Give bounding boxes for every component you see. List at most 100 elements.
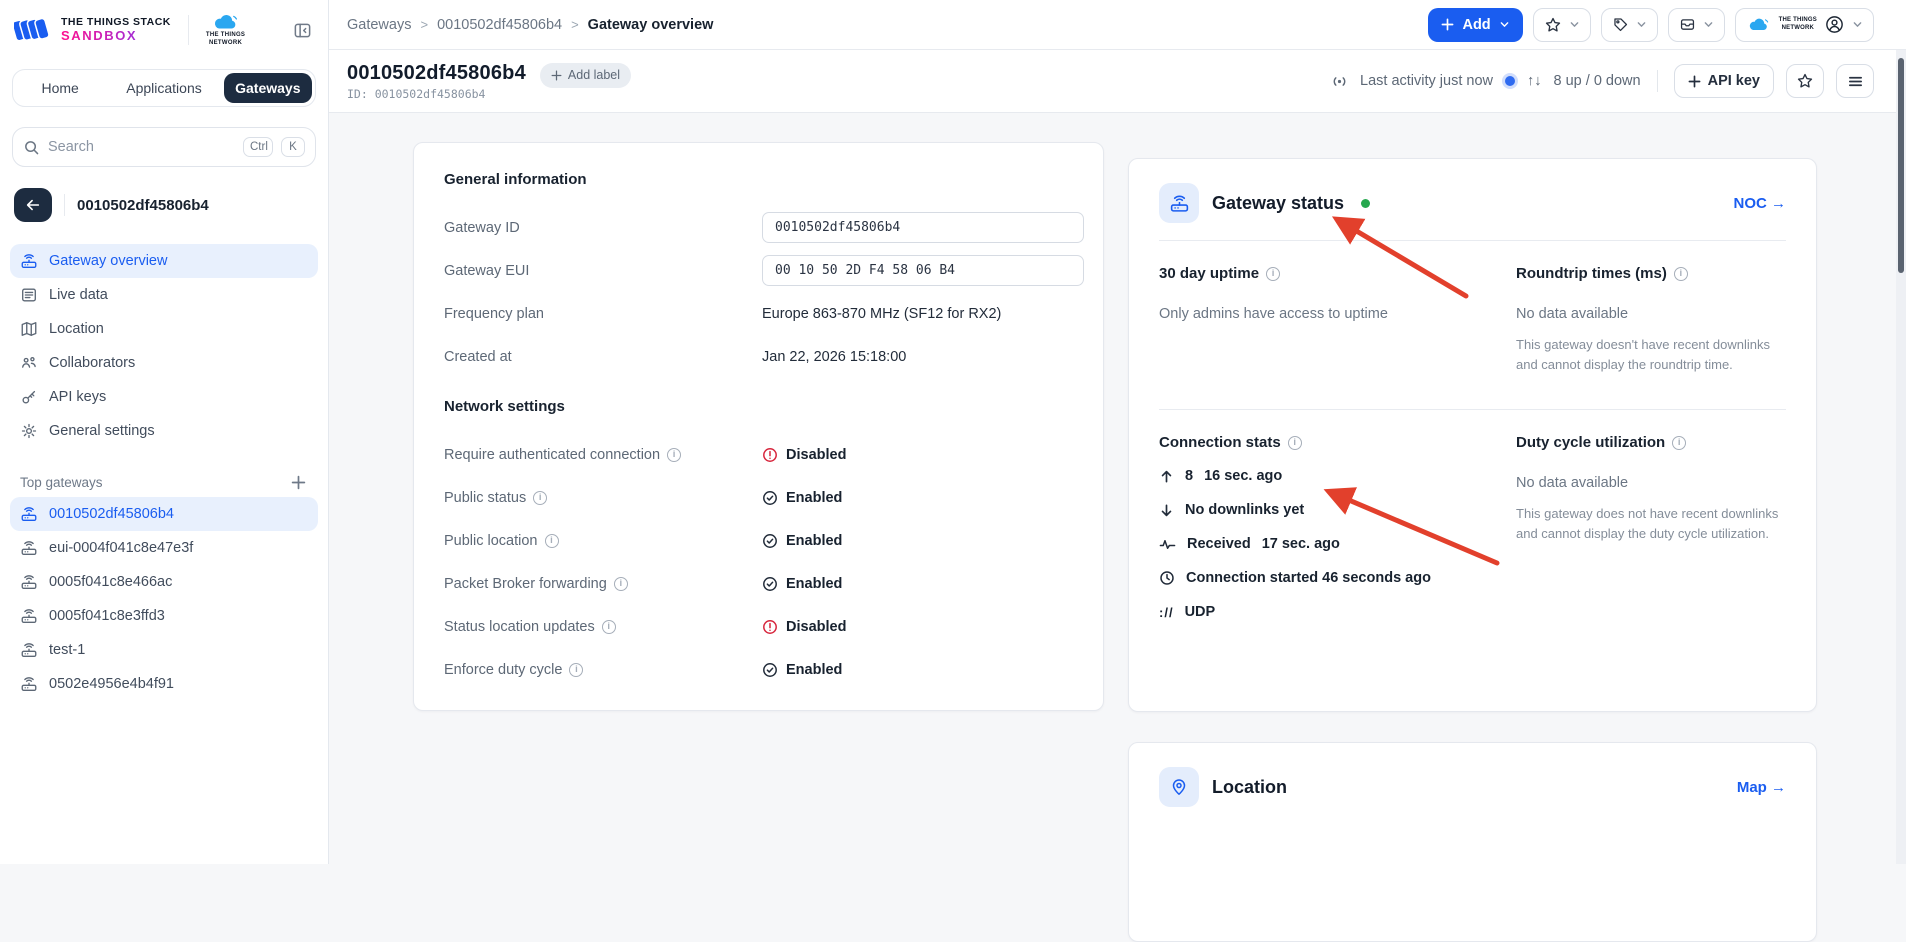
alert-circle-icon [762, 447, 778, 463]
starred-dropdown[interactable] [1533, 8, 1591, 42]
broadcast-icon [1331, 73, 1348, 90]
cloud-icon [1746, 17, 1772, 32]
chevron-down-icon [1636, 19, 1647, 30]
roundtrip-note: This gateway doesn't have recent downlin… [1516, 335, 1786, 375]
location-card: Location Map → [1128, 742, 1817, 942]
api-key-button[interactable]: API key [1674, 64, 1774, 98]
network-settings-title: Network settings [444, 398, 1073, 415]
add-button[interactable]: Add [1428, 8, 1522, 42]
gateway-list-item[interactable]: 0005f041c8e3ffd3 [10, 599, 318, 633]
status-text: Disabled [786, 447, 846, 463]
page-header: 0010502df45806b4 ID: 0010502df45806b4 Ad… [329, 50, 1906, 113]
sidebar-item-label: API keys [49, 389, 106, 405]
received-label: Received [1187, 536, 1251, 552]
topbar-actions: Add THE THINGS NETWORK [1428, 8, 1888, 42]
connection-stats-title: Connection stats [1159, 434, 1281, 451]
tab-home[interactable]: Home [16, 73, 104, 103]
scrollbar-thumb[interactable] [1898, 58, 1904, 273]
add-gateway-button[interactable] [289, 473, 308, 492]
plus-icon [551, 70, 562, 81]
gateway-list-item[interactable]: 0502e4956e4b4f91 [10, 667, 318, 701]
search-bar[interactable]: Ctrl K [12, 127, 316, 167]
tab-applications[interactable]: Applications [104, 73, 223, 103]
info-icon[interactable]: i [545, 534, 559, 548]
info-icon[interactable]: i [1288, 436, 1302, 450]
setting-row: Enforce duty cyclei Enabled [444, 654, 1073, 685]
traffic-arrows-icon: ↑↓ [1527, 73, 1542, 89]
roundtrip-empty: No data available [1516, 306, 1786, 322]
breadcrumb-gateway-id[interactable]: 0010502df45806b4 [437, 17, 562, 33]
info-icon[interactable]: i [533, 491, 547, 505]
entity-name: 0010502df45806b4 [77, 197, 209, 214]
inbox-dropdown[interactable] [1668, 8, 1725, 42]
search-input[interactable] [48, 139, 235, 155]
sidebar-item-gateway-overview[interactable]: Gateway overview [10, 244, 318, 278]
sidebar-item-live-data[interactable]: Live data [10, 278, 318, 312]
noc-link[interactable]: NOC → [1734, 195, 1787, 212]
location-badge [1159, 767, 1199, 807]
setting-row: Require authenticated connection i Disabl… [444, 439, 1073, 470]
uptime-title: 30 day uptime [1159, 265, 1259, 282]
gateway-list-item[interactable]: eui-0004f041c8e47e3f [10, 531, 318, 565]
live-data-icon [20, 286, 38, 304]
tags-dropdown[interactable] [1601, 8, 1658, 42]
tab-gateways[interactable]: Gateways [224, 73, 312, 103]
sidebar-menu: Gateway overview Live data Location Coll… [0, 244, 328, 448]
info-icon[interactable]: i [614, 577, 628, 591]
waveform-icon [1159, 536, 1176, 553]
tag-icon [1612, 16, 1629, 33]
created-at-row: Created at Jan 22, 2026 15:18:00 [444, 341, 1073, 372]
map-link[interactable]: Map → [1737, 779, 1786, 796]
things-stack-logo-icon [14, 15, 52, 45]
sidebar-item-label: Location [49, 321, 104, 337]
more-menu-button[interactable] [1836, 64, 1874, 98]
gateway-id-field[interactable] [762, 212, 1084, 243]
gateway-list-item[interactable]: 0005f041c8e466ac [10, 565, 318, 599]
gateway-list-label: 0005f041c8e466ac [49, 574, 172, 590]
sidebar-collapse-button[interactable] [291, 19, 314, 42]
activity-pulse-dot [1505, 76, 1515, 86]
sidebar-item-general-settings[interactable]: General settings [10, 414, 318, 448]
sidebar-item-collaborators[interactable]: Collaborators [10, 346, 318, 380]
downlink-stat: No downlinks yet [1159, 493, 1516, 527]
frequency-plan-label: Frequency plan [444, 306, 762, 322]
info-icon[interactable]: i [1266, 267, 1280, 281]
network-settings-rows: Require authenticated connection i Disabl… [444, 439, 1073, 685]
setting-status: Enabled [762, 662, 1073, 678]
account-menu[interactable]: THE THINGS NETWORK [1735, 8, 1874, 42]
add-label-button[interactable]: Add label [540, 63, 631, 88]
setting-status: Enabled [762, 490, 1073, 506]
info-icon[interactable]: i [569, 663, 583, 677]
status-text: Enabled [786, 662, 842, 678]
connection-stats-list: 8 16 sec. ago No downlinks yet Received … [1159, 459, 1516, 629]
info-icon[interactable]: i [602, 620, 616, 634]
back-button[interactable] [14, 188, 52, 222]
setting-label: Require authenticated connection [444, 447, 660, 463]
gateway-eui-field[interactable] [762, 255, 1084, 286]
gateway-list-item[interactable]: 0010502df45806b4 [10, 497, 318, 531]
setting-status: Disabled [762, 619, 1073, 635]
info-icon[interactable]: i [667, 448, 681, 462]
protocol-name: UDP [1185, 604, 1216, 620]
gateway-list-label: test-1 [49, 642, 85, 658]
gateway-list-item[interactable]: test-1 [10, 633, 318, 667]
check-circle-icon [762, 533, 778, 549]
sidebar: THE THINGS STACK SANDBOX THE THINGS NETW… [0, 0, 329, 864]
connection-stats-block: Connection stats i 8 16 sec. ago No downl… [1159, 410, 1516, 639]
scrollbar-track[interactable] [1896, 50, 1906, 864]
top-gateways-header: Top gateways [20, 472, 308, 492]
info-icon[interactable]: i [1674, 267, 1688, 281]
favorite-button[interactable] [1786, 64, 1824, 98]
plus-icon [1688, 75, 1701, 88]
page-header-actions: Last activity just now ↑↓ 8 up / 0 down … [1331, 64, 1888, 98]
brand-title: THE THINGS STACK [61, 17, 171, 29]
info-icon[interactable]: i [1672, 436, 1686, 450]
sidebar-item-location[interactable]: Location [10, 312, 318, 346]
sidebar-item-label: Gateway overview [49, 253, 167, 269]
things-network-logo: THE THINGS NETWORK [206, 13, 245, 47]
sidebar-item-api-keys[interactable]: API keys [10, 380, 318, 414]
breadcrumb-gateways[interactable]: Gateways [347, 17, 411, 33]
gateway-icon [20, 607, 38, 625]
gateway-id-row: Gateway ID [444, 212, 1073, 243]
last-activity-text: Last activity just now [1360, 73, 1493, 89]
